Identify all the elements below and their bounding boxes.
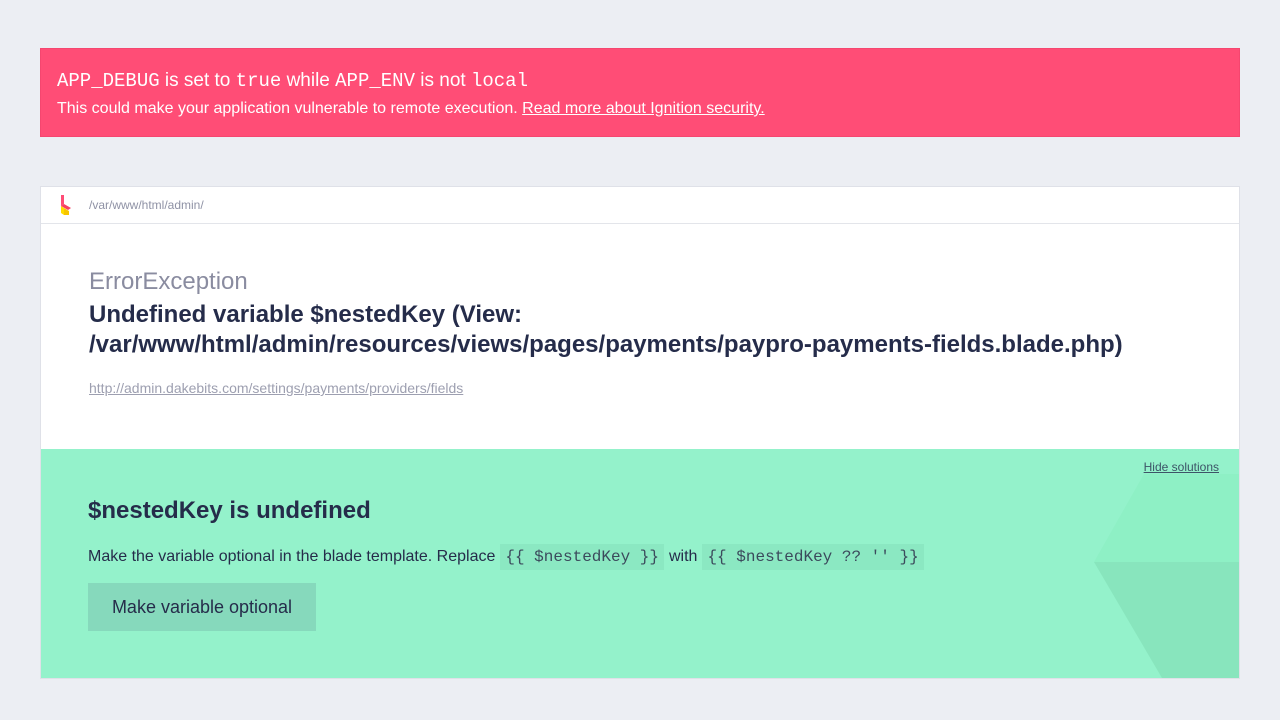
make-variable-optional-button[interactable]: Make variable optional	[88, 583, 316, 631]
code-after: {{ $nestedKey ?? '' }}	[702, 544, 924, 570]
while-text: while	[286, 70, 330, 91]
is-not-text: is not	[420, 70, 466, 91]
card-header: /var/www/html/admin/	[41, 187, 1239, 224]
error-card: /var/www/html/admin/ ErrorException Unde…	[40, 186, 1240, 679]
request-url-link[interactable]: http://admin.dakebits.com/settings/payme…	[89, 380, 463, 396]
warning-description-line: This could make your application vulnera…	[57, 99, 1223, 119]
ignition-logo-icon[interactable]	[59, 195, 73, 215]
is-set-to-text: is set to	[164, 70, 231, 91]
exception-section: ErrorException Undefined variable $neste…	[41, 224, 1239, 449]
with-text: with	[669, 548, 698, 565]
decorative-shape	[1094, 474, 1239, 678]
exception-message-line1: Undefined variable $nestedKey (View:	[89, 301, 523, 328]
app-path: /var/www/html/admin/	[89, 198, 204, 212]
exception-message: Undefined variable $nestedKey (View: /va…	[89, 300, 1191, 360]
hide-solutions-link[interactable]: Hide solutions	[1144, 460, 1219, 474]
true-value: true	[235, 70, 282, 92]
app-debug-var: APP_DEBUG	[57, 70, 160, 92]
solution-panel: Hide solutions $nestedKey is undefined M…	[41, 449, 1239, 678]
solution-desc-prefix: Make the variable optional in the blade …	[88, 548, 496, 565]
debug-warning-banner: APP_DEBUG is set to true while APP_ENV i…	[40, 48, 1240, 137]
exception-message-line2: /var/www/html/admin/resources/views/page…	[89, 331, 1123, 358]
solution-description: Make the variable optional in the blade …	[88, 544, 929, 570]
exception-class: ErrorException	[89, 268, 248, 295]
solution-title: $nestedKey is undefined	[88, 497, 371, 524]
local-value: local	[470, 70, 528, 92]
code-before: {{ $nestedKey }}	[500, 544, 664, 570]
app-env-var: APP_ENV	[335, 70, 415, 92]
security-link[interactable]: Read more about Ignition security.	[522, 100, 765, 117]
warning-description: This could make your application vulnera…	[57, 100, 518, 117]
warning-headline: APP_DEBUG is set to true while APP_ENV i…	[57, 69, 1223, 93]
